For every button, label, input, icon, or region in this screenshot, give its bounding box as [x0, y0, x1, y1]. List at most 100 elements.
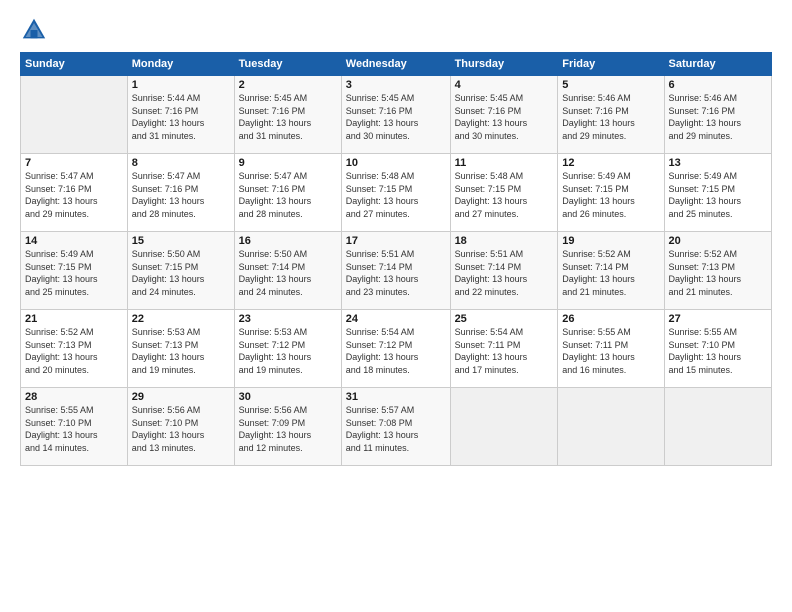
day-cell: [21, 76, 128, 154]
day-cell: 27Sunrise: 5:55 AM Sunset: 7:10 PM Dayli…: [664, 310, 771, 388]
day-cell: 11Sunrise: 5:48 AM Sunset: 7:15 PM Dayli…: [450, 154, 558, 232]
day-info: Sunrise: 5:51 AM Sunset: 7:14 PM Dayligh…: [455, 248, 554, 298]
day-info: Sunrise: 5:50 AM Sunset: 7:14 PM Dayligh…: [239, 248, 337, 298]
day-cell: [558, 388, 664, 466]
day-cell: 29Sunrise: 5:56 AM Sunset: 7:10 PM Dayli…: [127, 388, 234, 466]
day-cell: 30Sunrise: 5:56 AM Sunset: 7:09 PM Dayli…: [234, 388, 341, 466]
day-info: Sunrise: 5:49 AM Sunset: 7:15 PM Dayligh…: [669, 170, 767, 220]
day-info: Sunrise: 5:47 AM Sunset: 7:16 PM Dayligh…: [239, 170, 337, 220]
day-cell: 12Sunrise: 5:49 AM Sunset: 7:15 PM Dayli…: [558, 154, 664, 232]
day-cell: 7Sunrise: 5:47 AM Sunset: 7:16 PM Daylig…: [21, 154, 128, 232]
weekday-header-sunday: Sunday: [21, 53, 128, 76]
day-info: Sunrise: 5:47 AM Sunset: 7:16 PM Dayligh…: [25, 170, 123, 220]
day-number: 16: [239, 235, 337, 247]
day-number: 17: [346, 235, 446, 247]
day-number: 28: [25, 391, 123, 403]
day-cell: 8Sunrise: 5:47 AM Sunset: 7:16 PM Daylig…: [127, 154, 234, 232]
day-number: 21: [25, 313, 123, 325]
day-number: 8: [132, 157, 230, 169]
day-cell: 22Sunrise: 5:53 AM Sunset: 7:13 PM Dayli…: [127, 310, 234, 388]
header: [20, 16, 772, 44]
day-number: 23: [239, 313, 337, 325]
weekday-header-saturday: Saturday: [664, 53, 771, 76]
calendar: SundayMondayTuesdayWednesdayThursdayFrid…: [20, 52, 772, 466]
day-cell: 1Sunrise: 5:44 AM Sunset: 7:16 PM Daylig…: [127, 76, 234, 154]
day-number: 20: [669, 235, 767, 247]
logo: [20, 16, 52, 44]
day-info: Sunrise: 5:53 AM Sunset: 7:13 PM Dayligh…: [132, 326, 230, 376]
day-cell: 9Sunrise: 5:47 AM Sunset: 7:16 PM Daylig…: [234, 154, 341, 232]
day-info: Sunrise: 5:54 AM Sunset: 7:12 PM Dayligh…: [346, 326, 446, 376]
day-number: 3: [346, 79, 446, 91]
logo-icon: [20, 16, 48, 44]
day-number: 7: [25, 157, 123, 169]
day-info: Sunrise: 5:44 AM Sunset: 7:16 PM Dayligh…: [132, 92, 230, 142]
weekday-header-row: SundayMondayTuesdayWednesdayThursdayFrid…: [21, 53, 772, 76]
day-info: Sunrise: 5:45 AM Sunset: 7:16 PM Dayligh…: [239, 92, 337, 142]
day-cell: 25Sunrise: 5:54 AM Sunset: 7:11 PM Dayli…: [450, 310, 558, 388]
day-number: 11: [455, 157, 554, 169]
week-row-2: 7Sunrise: 5:47 AM Sunset: 7:16 PM Daylig…: [21, 154, 772, 232]
day-cell: 21Sunrise: 5:52 AM Sunset: 7:13 PM Dayli…: [21, 310, 128, 388]
day-cell: 23Sunrise: 5:53 AM Sunset: 7:12 PM Dayli…: [234, 310, 341, 388]
day-cell: 16Sunrise: 5:50 AM Sunset: 7:14 PM Dayli…: [234, 232, 341, 310]
day-info: Sunrise: 5:52 AM Sunset: 7:14 PM Dayligh…: [562, 248, 659, 298]
week-row-3: 14Sunrise: 5:49 AM Sunset: 7:15 PM Dayli…: [21, 232, 772, 310]
day-info: Sunrise: 5:45 AM Sunset: 7:16 PM Dayligh…: [346, 92, 446, 142]
day-number: 13: [669, 157, 767, 169]
day-cell: 13Sunrise: 5:49 AM Sunset: 7:15 PM Dayli…: [664, 154, 771, 232]
day-cell: [450, 388, 558, 466]
day-number: 29: [132, 391, 230, 403]
day-info: Sunrise: 5:55 AM Sunset: 7:10 PM Dayligh…: [25, 404, 123, 454]
day-info: Sunrise: 5:47 AM Sunset: 7:16 PM Dayligh…: [132, 170, 230, 220]
day-info: Sunrise: 5:55 AM Sunset: 7:11 PM Dayligh…: [562, 326, 659, 376]
weekday-header-tuesday: Tuesday: [234, 53, 341, 76]
page: SundayMondayTuesdayWednesdayThursdayFrid…: [0, 0, 792, 612]
day-number: 19: [562, 235, 659, 247]
day-number: 18: [455, 235, 554, 247]
weekday-header-monday: Monday: [127, 53, 234, 76]
day-cell: 6Sunrise: 5:46 AM Sunset: 7:16 PM Daylig…: [664, 76, 771, 154]
day-info: Sunrise: 5:46 AM Sunset: 7:16 PM Dayligh…: [669, 92, 767, 142]
day-info: Sunrise: 5:52 AM Sunset: 7:13 PM Dayligh…: [669, 248, 767, 298]
day-info: Sunrise: 5:54 AM Sunset: 7:11 PM Dayligh…: [455, 326, 554, 376]
day-number: 12: [562, 157, 659, 169]
day-number: 1: [132, 79, 230, 91]
day-number: 27: [669, 313, 767, 325]
day-cell: 26Sunrise: 5:55 AM Sunset: 7:11 PM Dayli…: [558, 310, 664, 388]
day-info: Sunrise: 5:53 AM Sunset: 7:12 PM Dayligh…: [239, 326, 337, 376]
day-info: Sunrise: 5:48 AM Sunset: 7:15 PM Dayligh…: [346, 170, 446, 220]
day-info: Sunrise: 5:49 AM Sunset: 7:15 PM Dayligh…: [562, 170, 659, 220]
day-cell: 17Sunrise: 5:51 AM Sunset: 7:14 PM Dayli…: [341, 232, 450, 310]
week-row-1: 1Sunrise: 5:44 AM Sunset: 7:16 PM Daylig…: [21, 76, 772, 154]
day-info: Sunrise: 5:45 AM Sunset: 7:16 PM Dayligh…: [455, 92, 554, 142]
weekday-header-thursday: Thursday: [450, 53, 558, 76]
day-number: 5: [562, 79, 659, 91]
day-number: 30: [239, 391, 337, 403]
day-info: Sunrise: 5:57 AM Sunset: 7:08 PM Dayligh…: [346, 404, 446, 454]
day-cell: 24Sunrise: 5:54 AM Sunset: 7:12 PM Dayli…: [341, 310, 450, 388]
day-cell: 14Sunrise: 5:49 AM Sunset: 7:15 PM Dayli…: [21, 232, 128, 310]
day-cell: 18Sunrise: 5:51 AM Sunset: 7:14 PM Dayli…: [450, 232, 558, 310]
day-number: 26: [562, 313, 659, 325]
day-number: 10: [346, 157, 446, 169]
day-cell: 10Sunrise: 5:48 AM Sunset: 7:15 PM Dayli…: [341, 154, 450, 232]
day-number: 9: [239, 157, 337, 169]
day-cell: 20Sunrise: 5:52 AM Sunset: 7:13 PM Dayli…: [664, 232, 771, 310]
day-info: Sunrise: 5:46 AM Sunset: 7:16 PM Dayligh…: [562, 92, 659, 142]
day-number: 25: [455, 313, 554, 325]
day-cell: 19Sunrise: 5:52 AM Sunset: 7:14 PM Dayli…: [558, 232, 664, 310]
day-number: 2: [239, 79, 337, 91]
day-info: Sunrise: 5:55 AM Sunset: 7:10 PM Dayligh…: [669, 326, 767, 376]
day-cell: 2Sunrise: 5:45 AM Sunset: 7:16 PM Daylig…: [234, 76, 341, 154]
day-cell: 15Sunrise: 5:50 AM Sunset: 7:15 PM Dayli…: [127, 232, 234, 310]
day-number: 6: [669, 79, 767, 91]
day-info: Sunrise: 5:51 AM Sunset: 7:14 PM Dayligh…: [346, 248, 446, 298]
day-cell: 3Sunrise: 5:45 AM Sunset: 7:16 PM Daylig…: [341, 76, 450, 154]
day-number: 31: [346, 391, 446, 403]
day-number: 14: [25, 235, 123, 247]
day-cell: 31Sunrise: 5:57 AM Sunset: 7:08 PM Dayli…: [341, 388, 450, 466]
day-number: 4: [455, 79, 554, 91]
day-cell: [664, 388, 771, 466]
day-info: Sunrise: 5:56 AM Sunset: 7:10 PM Dayligh…: [132, 404, 230, 454]
